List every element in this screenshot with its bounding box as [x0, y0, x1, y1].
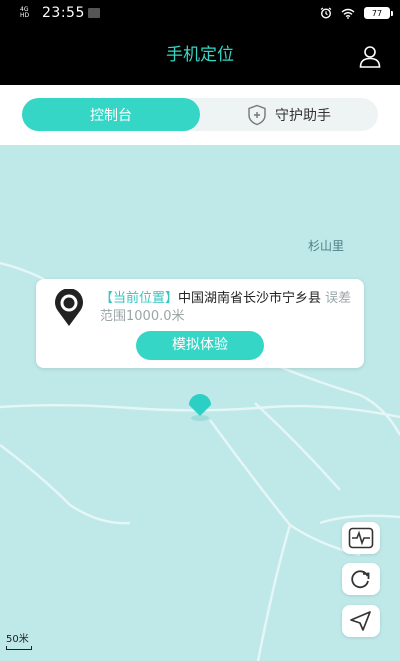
refresh-button[interactable] — [342, 563, 380, 595]
map-scale-label: 50米 — [6, 634, 29, 645]
profile-icon[interactable] — [358, 44, 382, 68]
tab-console[interactable]: 控制台 — [22, 98, 200, 131]
location-address: 中国湖南省长沙市宁乡县 — [178, 291, 322, 306]
navigation-arrow-icon — [350, 611, 371, 631]
redacted-notification — [87, 8, 100, 18]
alarm-icon — [320, 7, 332, 19]
page-title: 手机定位 — [166, 45, 234, 65]
tab-guardian-label: 守护助手 — [275, 107, 331, 124]
network-indicator: 4G HD — [20, 6, 30, 19]
tab-console-label: 控制台 — [90, 107, 132, 124]
title-bar: 手机定位 — [0, 26, 400, 85]
map-place-label: 杉山里 — [308, 239, 345, 253]
navigate-button[interactable] — [342, 605, 380, 637]
tab-guardian-assistant[interactable]: 守护助手 — [200, 98, 378, 131]
map-scale-bar — [6, 646, 32, 650]
map-view[interactable]: 杉山里 【当前位置】中国湖南省长沙市宁乡县 误差范围1000.0米 模拟体验 5… — [0, 145, 400, 661]
status-bar: 4G HD 23:55 77 — [0, 0, 400, 26]
map-marker-icon[interactable] — [185, 388, 215, 424]
battery-icon: 77 — [364, 7, 393, 19]
shield-plus-icon — [248, 104, 266, 125]
location-card: 【当前位置】中国湖南省长沙市宁乡县 误差范围1000.0米 模拟体验 — [36, 279, 364, 368]
tab-area: 控制台 守护助手 — [0, 85, 400, 145]
segmented-tabs: 控制台 守护助手 — [22, 98, 378, 131]
phone-locator-screen: 4G HD 23:55 77 手机定位 控制台 守护助手 杉山里 【当前位置】中… — [0, 0, 400, 661]
refresh-icon — [351, 570, 370, 589]
pulse-button[interactable] — [342, 522, 380, 554]
map-scale: 50米 — [6, 630, 32, 650]
current-location-label: 【当前位置】 — [100, 291, 179, 306]
status-icons: 77 — [320, 7, 393, 19]
wifi-icon — [341, 8, 355, 19]
status-time: 23:55 — [42, 5, 85, 21]
heart-pulse-icon — [348, 527, 374, 549]
location-text: 【当前位置】中国湖南省长沙市宁乡县 误差范围1000.0米 — [100, 290, 364, 326]
location-pin-icon — [55, 289, 83, 326]
simulate-experience-button[interactable]: 模拟体验 — [136, 331, 264, 360]
